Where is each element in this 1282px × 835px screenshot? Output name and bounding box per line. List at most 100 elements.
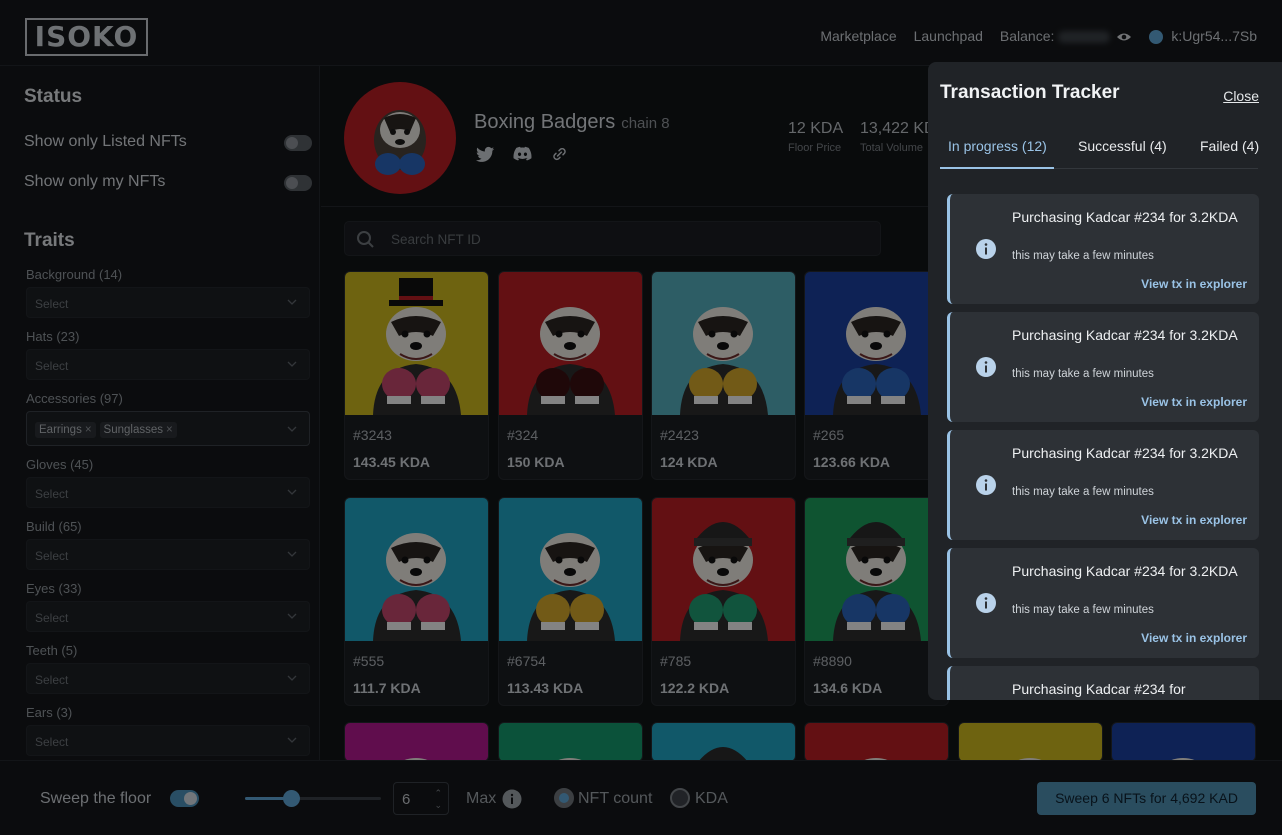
chevron-down-icon bbox=[287, 426, 297, 432]
nft-image bbox=[345, 498, 488, 641]
select-value: Select bbox=[35, 487, 69, 501]
nft-card[interactable]: #785 122.2 KDA bbox=[651, 497, 796, 706]
volume-stat: 13,422 KDA Total Volume bbox=[860, 120, 932, 154]
chevron-down-icon bbox=[287, 551, 297, 557]
top-nav: Marketplace Launchpad Balance: k:Ugr54..… bbox=[820, 28, 1257, 45]
build-select[interactable]: Select bbox=[26, 539, 310, 570]
nft-image bbox=[652, 272, 795, 415]
nft-card[interactable]: #6754 113.43 KDA bbox=[498, 497, 643, 706]
view-in-explorer-link[interactable]: View tx in explorer bbox=[1141, 395, 1247, 409]
social-links bbox=[476, 146, 569, 163]
stat-value: 13,422 KDA bbox=[860, 120, 932, 137]
discord-icon[interactable] bbox=[513, 146, 532, 163]
count-stepper[interactable]: 6 ⌃ ⌄ bbox=[393, 782, 449, 815]
transaction-item: Purchasing Kadcar #234 for bbox=[947, 666, 1259, 700]
eyes-select[interactable]: Select bbox=[26, 601, 310, 632]
max-label[interactable]: Max bbox=[466, 790, 496, 808]
view-in-explorer-link[interactable]: View tx in explorer bbox=[1141, 631, 1247, 645]
nft-card[interactable]: #3243 143.45 KDA bbox=[344, 271, 489, 480]
nft-card[interactable]: #555 111.7 KDA bbox=[344, 497, 489, 706]
chevron-down-icon bbox=[287, 613, 297, 619]
nft-price: 124 KDA bbox=[660, 454, 718, 470]
chevron-down-icon bbox=[287, 489, 297, 495]
nft-image bbox=[959, 723, 1102, 761]
sweep-slider-thumb[interactable] bbox=[283, 790, 300, 807]
nft-card[interactable] bbox=[651, 722, 796, 762]
nft-image bbox=[652, 498, 795, 641]
toggle-row-listed: Show only Listed NFTs bbox=[24, 133, 312, 151]
info-icon bbox=[976, 593, 996, 613]
background-select[interactable]: Select bbox=[26, 287, 310, 318]
listed-only-toggle[interactable] bbox=[284, 135, 312, 151]
wallet-avatar bbox=[1149, 30, 1164, 45]
info-icon bbox=[976, 239, 996, 259]
remove-tag-icon[interactable]: × bbox=[166, 424, 173, 436]
nft-price: 113.43 KDA bbox=[507, 680, 584, 696]
nft-card[interactable] bbox=[804, 722, 949, 762]
stepper-arrows[interactable]: ⌃ ⌄ bbox=[434, 787, 442, 811]
stat-label: Floor Price bbox=[788, 142, 842, 154]
sweep-slider-track[interactable] bbox=[245, 797, 381, 800]
nft-id: #265 bbox=[813, 427, 845, 443]
isoko-logo[interactable]: ISOKO bbox=[25, 18, 148, 56]
info-icon[interactable] bbox=[502, 789, 522, 809]
select-value: Select bbox=[35, 735, 69, 749]
nft-search-input[interactable]: Search NFT ID bbox=[344, 221, 881, 256]
tag-label: Sunglasses bbox=[103, 424, 164, 436]
close-button[interactable]: Close bbox=[1223, 88, 1259, 104]
nft-card[interactable] bbox=[1111, 722, 1256, 762]
nft-id: #555 bbox=[353, 653, 385, 669]
trait-label-background: Background (14) bbox=[26, 267, 123, 282]
wallet-address: k:Ugr54...7Sb bbox=[1171, 28, 1257, 44]
toggle-label: Show only my NFTs bbox=[24, 173, 166, 190]
nav-launchpad[interactable]: Launchpad bbox=[914, 28, 983, 44]
trait-label-build: Build (65) bbox=[26, 519, 82, 534]
link-icon[interactable] bbox=[550, 146, 569, 163]
balance-label: Balance: bbox=[999, 28, 1055, 45]
nft-image bbox=[805, 498, 948, 641]
sweep-button[interactable]: Sweep 6 NFTs for 4,692 KAD bbox=[1037, 782, 1256, 815]
nft-card[interactable]: #2423 124 KDA bbox=[651, 271, 796, 480]
kda-radio[interactable] bbox=[670, 788, 690, 808]
toggle-row-mine: Show only my NFTs bbox=[24, 173, 312, 191]
tag-label: Earrings bbox=[39, 424, 82, 436]
select-value: Select bbox=[35, 611, 69, 625]
gloves-select[interactable]: Select bbox=[26, 477, 310, 508]
tab-failed[interactable]: Failed (4) bbox=[1200, 138, 1259, 154]
tab-successful[interactable]: Successful (4) bbox=[1078, 138, 1167, 154]
eye-icon[interactable] bbox=[1116, 32, 1132, 42]
nft-card[interactable] bbox=[344, 722, 489, 762]
stepper-value: 6 bbox=[402, 791, 411, 808]
wallet-button[interactable]: k:Ugr54...7Sb bbox=[1149, 28, 1257, 45]
hats-select[interactable]: Select bbox=[26, 349, 310, 380]
nft-price: 111.7 KDA bbox=[353, 680, 421, 696]
nft-card[interactable] bbox=[498, 722, 643, 762]
twitter-icon[interactable] bbox=[476, 146, 495, 163]
trait-label-hats: Hats (23) bbox=[26, 329, 80, 344]
balance: Balance: bbox=[1000, 28, 1132, 44]
transaction-title: Purchasing Kadcar #234 for 3.2KDA bbox=[1012, 209, 1238, 225]
view-in-explorer-link[interactable]: View tx in explorer bbox=[1141, 513, 1247, 527]
active-tab-indicator bbox=[940, 167, 1054, 169]
view-in-explorer-link[interactable]: View tx in explorer bbox=[1141, 277, 1247, 291]
stat-label: Total Volume bbox=[860, 142, 923, 154]
collection-title: Boxing Badgers chain 8 bbox=[474, 111, 670, 134]
chevron-down-icon bbox=[287, 361, 297, 367]
nft-price: 122.2 KDA bbox=[660, 680, 730, 696]
nft-count-radio[interactable] bbox=[554, 788, 574, 808]
nft-image bbox=[345, 272, 488, 415]
my-nfts-toggle[interactable] bbox=[284, 175, 312, 191]
sweep-toggle[interactable] bbox=[170, 790, 199, 807]
accessories-select[interactable]: Earrings × Sunglasses × bbox=[26, 411, 310, 446]
tab-in-progress[interactable]: In progress (12) bbox=[948, 138, 1047, 154]
nft-card[interactable] bbox=[958, 722, 1103, 762]
nav-marketplace[interactable]: Marketplace bbox=[820, 28, 896, 44]
remove-tag-icon[interactable]: × bbox=[85, 424, 92, 436]
transaction-tracker-panel: Transaction Tracker Close In progress (1… bbox=[928, 62, 1282, 700]
toggle-label: Show only Listed NFTs bbox=[24, 133, 187, 150]
nft-image bbox=[499, 723, 642, 761]
teeth-select[interactable]: Select bbox=[26, 663, 310, 694]
transaction-subtitle: this may take a few minutes bbox=[1012, 486, 1154, 498]
ears-select[interactable]: Select bbox=[26, 725, 310, 756]
nft-card[interactable]: #324 150 KDA bbox=[498, 271, 643, 480]
